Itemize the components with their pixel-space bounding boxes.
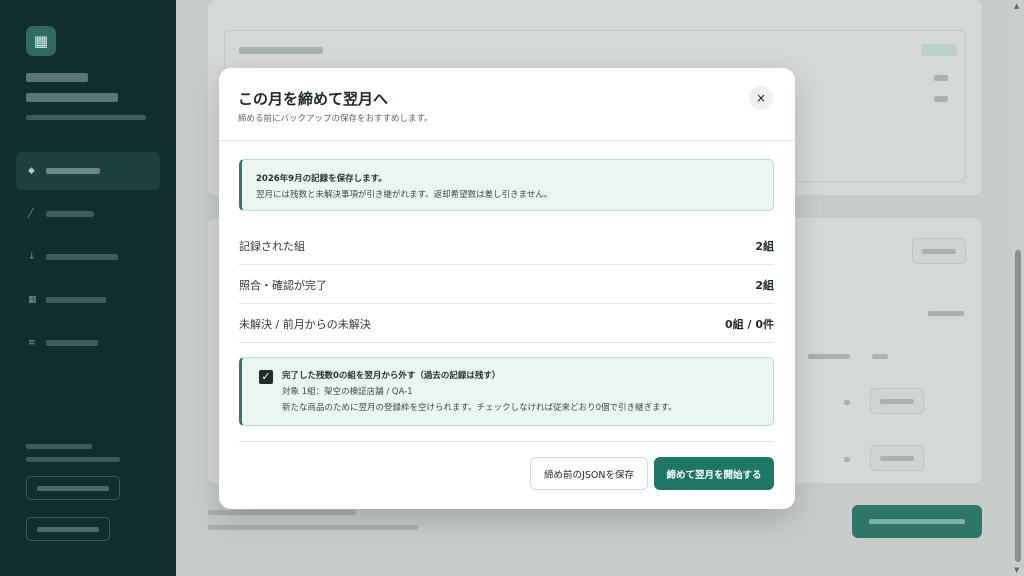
- dialog-subtitle: 締める前にバックアップの保存をおすすめします。: [238, 114, 433, 124]
- nav-menu-icon: ≡: [28, 338, 36, 348]
- close-icon: ×: [755, 91, 767, 105]
- close-month-dialog: この月を締めて翌月へ 締める前にバックアップの保存をおすすめします。 × 202…: [219, 68, 795, 509]
- info-notice: 2026年9月の記録を保存します。 翌月には残数と未解決事項が引き継がれます。返…: [239, 159, 774, 211]
- sidebar-footer-text: [26, 440, 120, 462]
- exclude-option-panel[interactable]: ✓ 完了した残数0の組を翌月から外す（過去の記録は残す） 対象 1組：架空の検証…: [239, 357, 774, 426]
- option-title: 完了した残数0の組を翌月から外す（過去の記録は残す）: [282, 371, 501, 381]
- background-column-header: [808, 352, 850, 362]
- background-link: [928, 309, 964, 319]
- exclude-checkbox[interactable]: ✓: [259, 370, 273, 384]
- scrollbar[interactable]: ▲ ▼: [1012, 0, 1024, 576]
- divider: [239, 441, 774, 442]
- sidebar-button-2[interactable]: [26, 517, 110, 541]
- sidebar: ▦ ◆ ╱ ↓ ▦ ≡: [0, 0, 176, 576]
- scroll-down-arrow-icon[interactable]: ▼: [1014, 566, 1019, 574]
- sidebar-item-5[interactable]: ≡: [16, 324, 160, 362]
- stat-value: 2組: [755, 240, 774, 253]
- background-row-button[interactable]: [870, 445, 924, 471]
- sidebar-nav: ◆ ╱ ↓ ▦ ≡: [16, 152, 160, 367]
- app-logo-icon: ▦: [26, 26, 56, 56]
- option-target: 対象 1組：架空の検証店舗 / QA-1: [282, 387, 413, 397]
- sidebar-item-1[interactable]: ◆: [16, 152, 160, 190]
- nav-dot-icon: ◆: [28, 166, 35, 176]
- scroll-thumb[interactable]: [1015, 250, 1021, 562]
- background-note: [208, 510, 418, 530]
- stat-value: 0組 / 0件: [725, 318, 774, 331]
- stat-label: 未解決 / 前月からの未解決: [239, 318, 371, 331]
- divider: [219, 140, 795, 141]
- background-primary-button[interactable]: [852, 505, 982, 538]
- stat-label: 照合・確認が完了: [239, 279, 327, 292]
- app-version-blurred: [26, 115, 146, 120]
- background-button[interactable]: [912, 238, 966, 264]
- scroll-up-arrow-icon[interactable]: ▲: [1014, 2, 1019, 10]
- background-row-button[interactable]: [870, 388, 924, 414]
- info-description: 翌月には残数と未解決事項が引き継がれます。返却希望数は差し引きません。: [256, 190, 553, 200]
- checkmark-icon: ✓: [261, 370, 271, 383]
- background-cell: [844, 398, 850, 408]
- sidebar-item-2[interactable]: ╱: [16, 195, 160, 233]
- sidebar-item-3[interactable]: ↓: [16, 238, 160, 276]
- dialog-title: この月を締めて翌月へ: [238, 90, 389, 108]
- sidebar-item-4[interactable]: ▦: [16, 281, 160, 319]
- background-cell: [844, 455, 850, 465]
- background-row-value: [934, 95, 948, 105]
- stat-label: 記録された組: [239, 240, 305, 253]
- sidebar-button-1[interactable]: [26, 476, 120, 500]
- stat-row-recorded: 記録された組 2組: [239, 226, 774, 265]
- option-description: 新たな商品のために翌月の登録枠を空けられます。チェックしなければ従来どおり0個で…: [282, 403, 677, 413]
- nav-import-icon: ↓: [28, 252, 36, 262]
- background-column-header: [872, 352, 888, 362]
- close-and-start-button[interactable]: 締めて翌月を開始する: [654, 457, 774, 490]
- background-badge: [921, 44, 957, 56]
- stat-value: 2組: [755, 279, 774, 292]
- nav-grid-icon: ▦: [28, 295, 37, 305]
- stat-row-verified: 照合・確認が完了 2組: [239, 265, 774, 304]
- background-row-value: [934, 74, 948, 84]
- close-button[interactable]: ×: [749, 86, 773, 110]
- app-title-blurred: [26, 68, 156, 102]
- background-card-title: [239, 47, 323, 54]
- stat-row-unresolved: 未解決 / 前月からの未解決 0組 / 0件: [239, 304, 774, 343]
- nav-edit-icon: ╱: [28, 209, 34, 219]
- info-title: 2026年9月の記録を保存します。: [256, 174, 387, 184]
- save-json-button[interactable]: 締め前のJSONを保存: [530, 457, 648, 490]
